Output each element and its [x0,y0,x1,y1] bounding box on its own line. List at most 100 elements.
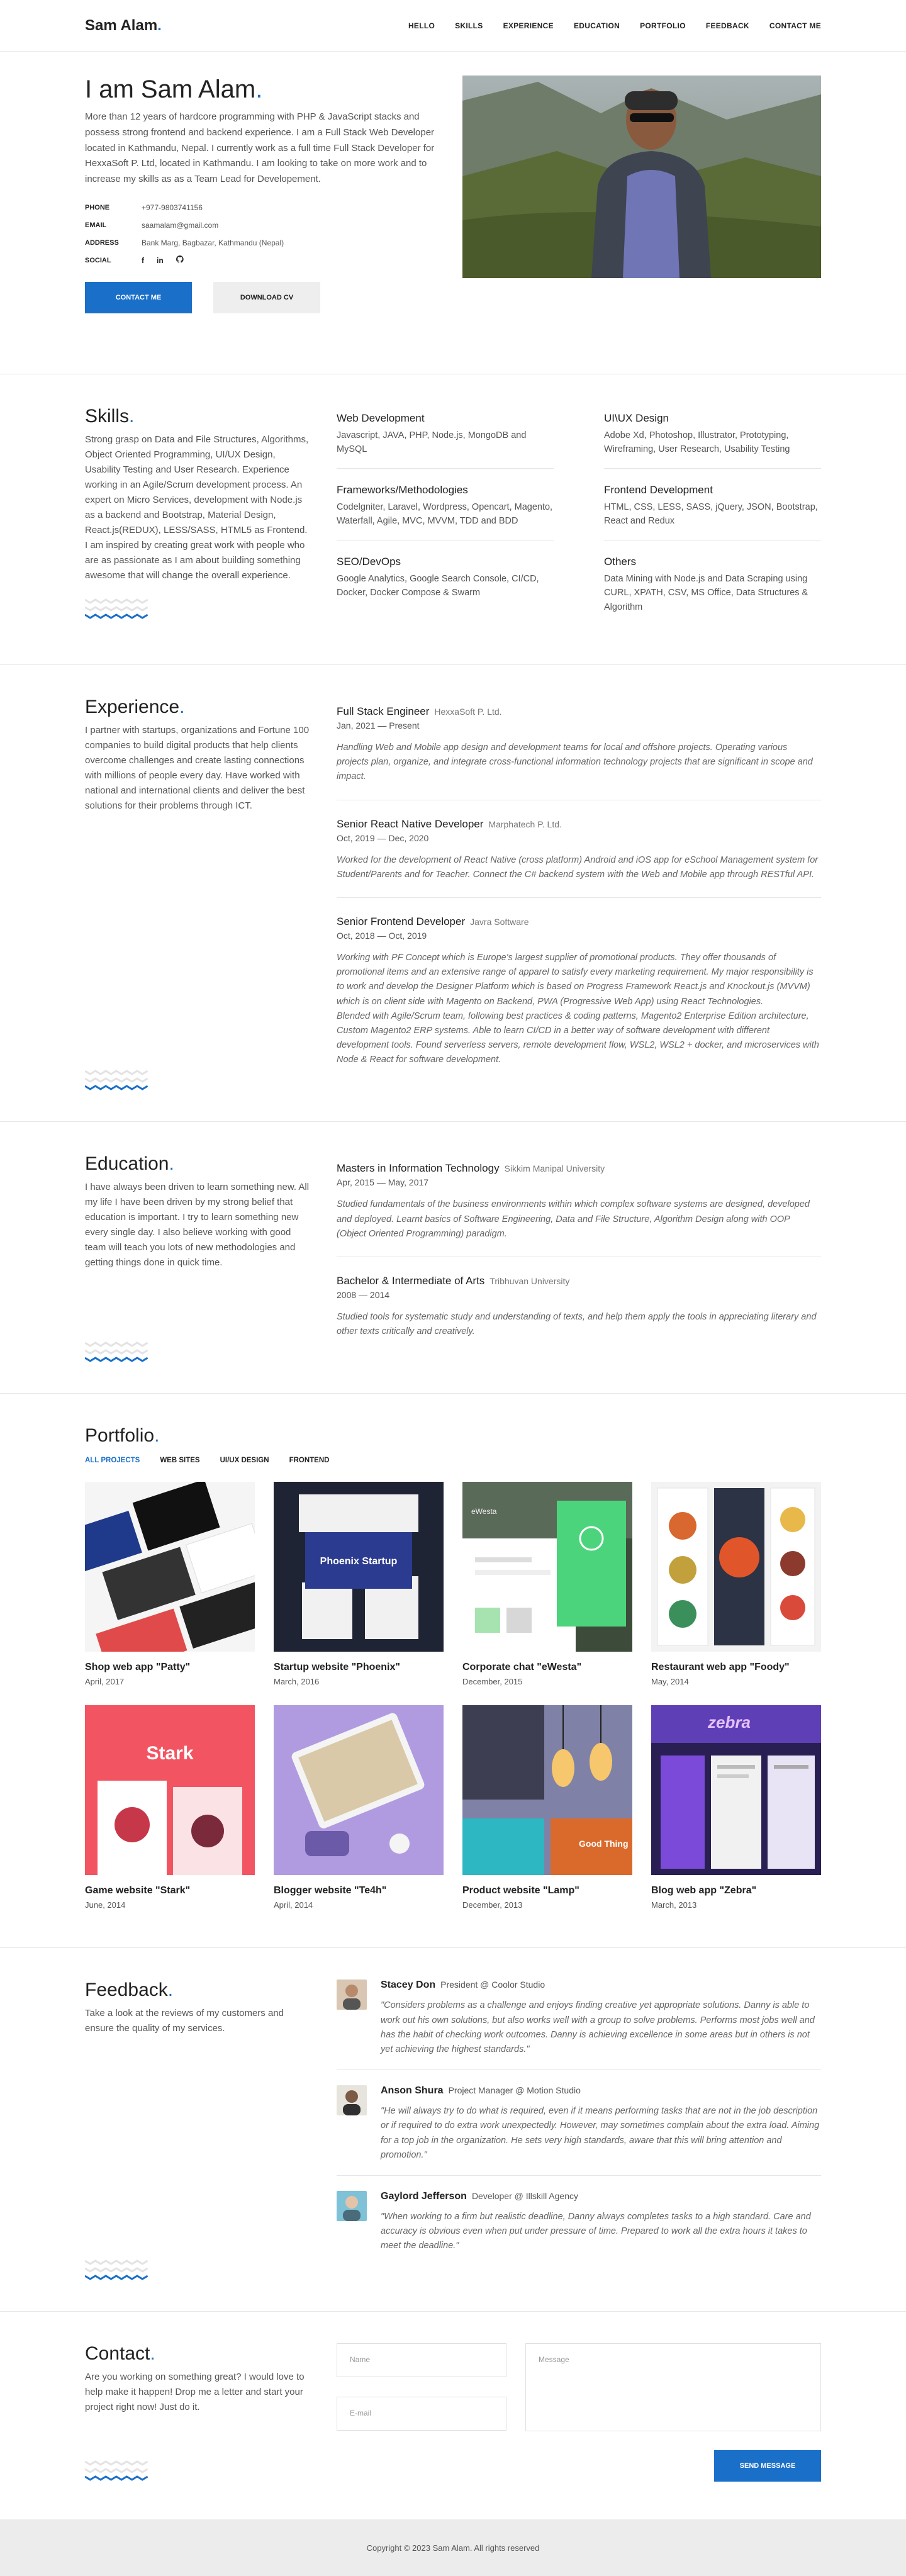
name-field[interactable]: Name [337,2343,506,2378]
skill-item: SEO/DevOps Google Analytics, Google Searc… [337,549,554,625]
portfolio-card[interactable]: zebra Blog web app "Zebra" March, 2013 [651,1705,821,1910]
hero-intro: I am Sam Alam. More than 12 years of har… [85,76,440,313]
filter-all-projects[interactable]: ALL PROJECTS [85,1457,140,1464]
nav-item-hello[interactable]: HELLO [408,21,435,30]
skill-title: Web Development [337,412,425,424]
job-date: Jan, 2021 — Present [337,720,420,731]
degree-title: Bachelor & Intermediate of Arts [337,1275,485,1287]
portfolio-thumbnail[interactable] [651,1482,821,1652]
portfolio-thumbnail[interactable]: Stark [85,1705,255,1876]
portfolio-title[interactable]: Restaurant web app "Foody" [651,1662,821,1673]
email-link[interactable]: saamalam@gmail.com [142,216,218,234]
info-label: SOCIAL [85,256,111,264]
section-description: Take a look at the reviews of my custome… [85,2008,284,2034]
job-date: Oct, 2018 — Oct, 2019 [337,930,427,941]
portfolio-thumbnail[interactable]: eWesta [462,1482,632,1652]
portfolio-thumbnail[interactable] [85,1482,255,1652]
reviewer-role: President @ Coolor Studio [440,1980,545,1990]
nav-item-portfolio[interactable]: PORTFOLIO [640,21,686,30]
feedback-section: Feedback. Take a look at the reviews of … [0,1948,906,2312]
portfolio-card[interactable]: Phoenix Startup Startup website "Phoenix… [274,1482,444,1686]
portfolio-date: April, 2017 [85,1677,125,1687]
education-heading: Masters in Information Technology Sikkim … [337,1162,821,1175]
skill-text: Codelgniter, Laravel, Wordpress, Opencar… [337,501,553,527]
linkedin-icon[interactable]: in [157,252,164,269]
school-name: Tribhuvan University [489,1276,570,1287]
portfolio-thumbnail[interactable] [274,1705,444,1876]
info-phone: PHONE +977-9803741156 [85,199,440,216]
info-value: Bank Marg, Bagbazar, Kathmandu (Nepal) [142,238,284,247]
social-links: f in [142,252,184,269]
portfolio-title[interactable]: Shop web app "Patty" [85,1662,255,1673]
portfolio-title[interactable]: Blog web app "Zebra" [651,1885,821,1896]
portfolio-title[interactable]: Blogger website "Te4h" [274,1885,444,1896]
testimonial: Gaylord Jefferson Developer @ Illskill Ag… [337,2190,821,2266]
portfolio-title[interactable]: Game website "Stark" [85,1885,255,1896]
filter-web-sites[interactable]: WEB SITES [160,1457,199,1464]
portfolio-thumbnail[interactable]: zebra [651,1705,821,1876]
github-icon[interactable] [176,252,184,269]
job-role: Full Stack Engineer [337,705,430,718]
skill-item: UI\UX Design Adobe Xd, Photoshop, Illustr… [604,406,821,469]
filter-frontend[interactable]: FRONTEND [289,1457,330,1464]
portfolio-card[interactable]: Blogger website "Te4h" April, 2014 [274,1705,444,1910]
send-message-button[interactable]: SEND MESSAGE [714,2450,821,2482]
portfolio-card[interactable]: eWesta Corporate chat "eWesta" December,… [462,1482,632,1686]
wave-decoration-icon [85,1338,311,1363]
feedback-list: Stacey Don President @ Coolor Studio "Con… [337,1980,821,2281]
email-field[interactable]: E-mail [337,2397,506,2431]
portfolio-thumbnail[interactable]: Good Thing [462,1705,632,1876]
portfolio-card[interactable]: Restaurant web app "Foody" May, 2014 [651,1482,821,1686]
section-description: Strong grasp on Data and File Structures… [85,434,309,581]
hero-buttons: CONTACT ME DOWNLOAD CV [85,281,440,313]
info-label: ADDRESS [85,238,119,247]
degree-title: Masters in Information Technology [337,1162,500,1175]
skill-item: Frontend Development HTML, CSS, LESS, SAS… [604,478,821,540]
download-cv-button[interactable]: DOWNLOAD CV [213,281,320,313]
job-company: Marphatech P. Ltd. [488,819,562,829]
skill-title: SEO/DevOps [337,555,401,568]
skills-grid: Web Development Javascript, JAVA, PHP, No… [337,406,821,634]
nav-item-feedback[interactable]: FEEDBACK [706,21,749,30]
portfolio-thumbnail[interactable]: Phoenix Startup [274,1482,444,1652]
info-value: +977-9803741156 [142,203,203,212]
experience-list: Full Stack Engineer HexxaSoft P. Ltd. Jan… [337,697,821,1091]
skill-text: Google Analytics, Google Search Console,… [337,573,539,598]
portfolio-date: May, 2014 [651,1677,689,1687]
nav-item-experience[interactable]: EXPERIENCE [503,21,554,30]
portfolio-date: April, 2014 [274,1900,313,1910]
thumb-caption: Phoenix Startup [320,1556,398,1567]
reviewer-name: Stacey Don [381,1980,436,1991]
portfolio-title[interactable]: Corporate chat "eWesta" [462,1662,632,1673]
portfolio-title[interactable]: Startup website "Phoenix" [274,1662,444,1673]
portfolio-card[interactable]: Shop web app "Patty" April, 2017 [85,1482,255,1686]
portfolio-card[interactable]: Stark Game website "Stark" June, 2014 [85,1705,255,1910]
site-logo[interactable]: Sam Alam. [85,17,162,35]
filter-ui-ux-design[interactable]: UI/UX DESIGN [220,1457,269,1464]
thumb-caption: eWesta [471,1507,497,1516]
thumb-caption: zebra [708,1713,751,1732]
skill-title: Others [604,555,637,568]
avatar [337,2085,367,2116]
wave-decoration-icon [85,2456,311,2482]
skill-text: HTML, CSS, LESS, SASS, jQuery, JSON, Boo… [604,501,818,527]
message-field[interactable]: Message [525,2343,821,2432]
portfolio-card[interactable]: Good Thing Product website "Lamp" Decemb… [462,1705,632,1910]
portfolio-title[interactable]: Product website "Lamp" [462,1885,632,1896]
portfolio-date: December, 2013 [462,1900,523,1910]
job-heading: Senior React Native Developer Marphatech … [337,818,821,831]
facebook-icon[interactable]: f [142,252,144,269]
job-description: Working with PF Concept which is Europe'… [337,952,819,1065]
section-description: Are you working on something great? I wo… [85,2372,305,2413]
nav-item-contact[interactable]: CONTACT ME [769,21,821,30]
info-email: EMAIL saamalam@gmail.com [85,216,440,234]
nav-item-education[interactable]: EDUCATION [574,21,620,30]
wave-decoration-icon [85,1066,311,1091]
school-name: Sikkim Manipal University [504,1163,605,1174]
hero-description: More than 12 years of hardcore programmi… [85,111,435,184]
contact-me-button[interactable]: CONTACT ME [85,281,192,313]
nav-item-skills[interactable]: SKILLS [455,21,483,30]
reviewer-role: Developer @ Illskill Agency [471,2190,578,2201]
section-description: I have always been driven to learn somet… [85,1182,310,1268]
skill-item: Frameworks/Methodologies Codelgniter, Lar… [337,478,554,540]
